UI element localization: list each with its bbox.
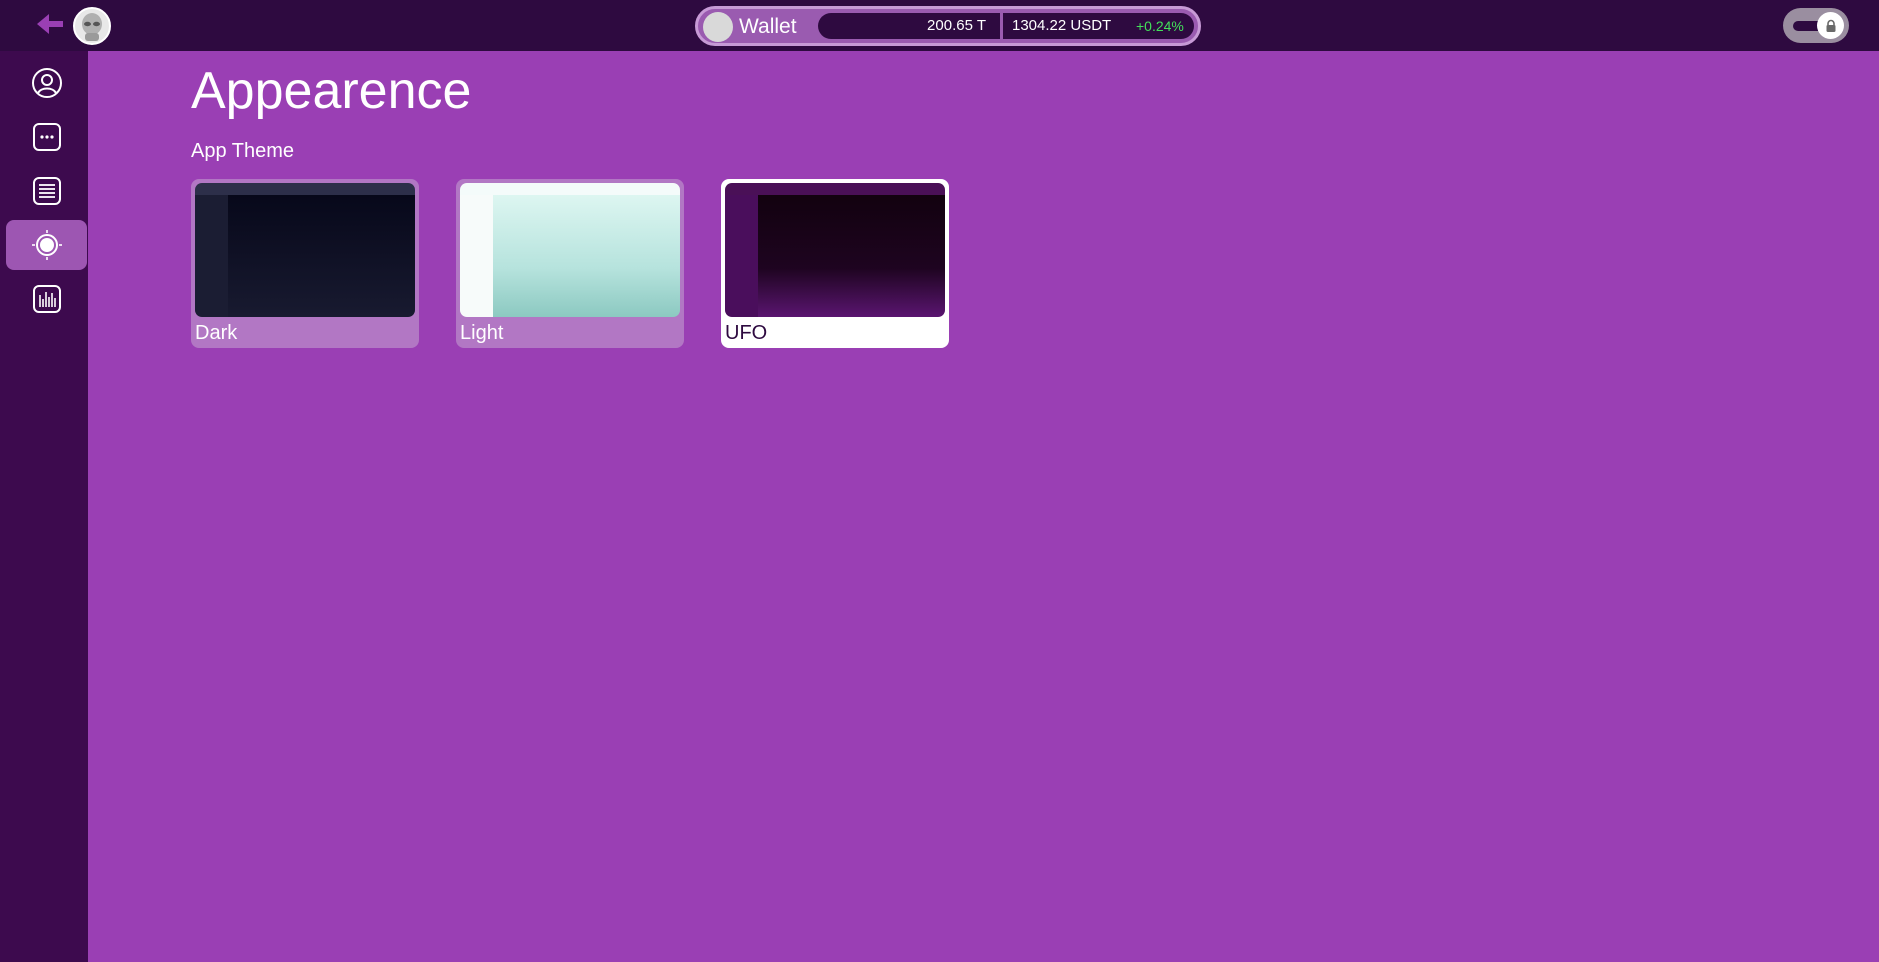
theme-preview-dark: [195, 183, 415, 317]
alien-avatar-icon: [82, 13, 102, 41]
wallet-usdt-value: 1304.22 USDT: [1012, 17, 1112, 34]
preview-topbar: [725, 183, 945, 195]
theme-name: Dark: [195, 322, 238, 344]
theme-name: Light: [460, 322, 504, 344]
sidebar-item-documents[interactable]: [6, 166, 87, 216]
chat-dots-icon: [32, 123, 61, 151]
sidebar-item-profile[interactable]: [6, 58, 87, 108]
page-title: Appearence: [191, 62, 472, 120]
user-circle-icon: [31, 68, 62, 98]
theme-preview-light: [460, 183, 680, 317]
sidebar: [0, 51, 88, 962]
wallet-values: 200.65 T 1304.22 USDT +0.24%: [818, 13, 1194, 39]
wallet-label: Wallet: [739, 15, 797, 38]
waveform-icon: [32, 285, 61, 313]
toggle-knob: [1817, 12, 1844, 39]
preview-sidebar: [195, 195, 228, 317]
theme-card-ufo[interactable]: UFO: [721, 179, 949, 348]
sidebar-item-chat[interactable]: [6, 112, 87, 162]
wallet-balance: 200.65 T: [927, 17, 986, 34]
preview-topbar: [195, 183, 415, 195]
preview-sidebar: [460, 195, 493, 317]
wallet-summary[interactable]: Wallet 200.65 T 1304.22 USDT +0.24%: [695, 6, 1201, 46]
lock-toggle[interactable]: [1783, 8, 1849, 43]
section-label-app-theme: App Theme: [191, 140, 295, 162]
lock-icon: [1826, 19, 1835, 32]
preview-main: [493, 195, 680, 317]
back-button[interactable]: [34, 10, 66, 38]
sidebar-item-statistics[interactable]: [6, 274, 87, 324]
avatar[interactable]: [73, 7, 111, 45]
sidebar-item-appearance[interactable]: [6, 220, 87, 270]
preview-sidebar: [725, 195, 758, 317]
arrow-left-icon: [37, 14, 63, 34]
top-bar: Wallet 200.65 T 1304.22 USDT +0.24%: [0, 0, 1879, 51]
theme-name: UFO: [725, 322, 768, 344]
theme-card-dark[interactable]: Dark: [191, 179, 419, 348]
divider: [1000, 13, 1003, 39]
preview-topbar: [460, 183, 680, 195]
document-lines-icon: [32, 177, 61, 205]
appearance-sun-icon: [31, 230, 62, 260]
preview-main: [228, 195, 415, 317]
theme-preview-ufo: [725, 183, 945, 317]
preview-main: [758, 195, 945, 317]
wallet-coin-icon: [703, 12, 733, 42]
theme-card-light[interactable]: Light: [456, 179, 684, 348]
wallet-change: +0.24%: [1136, 18, 1184, 34]
